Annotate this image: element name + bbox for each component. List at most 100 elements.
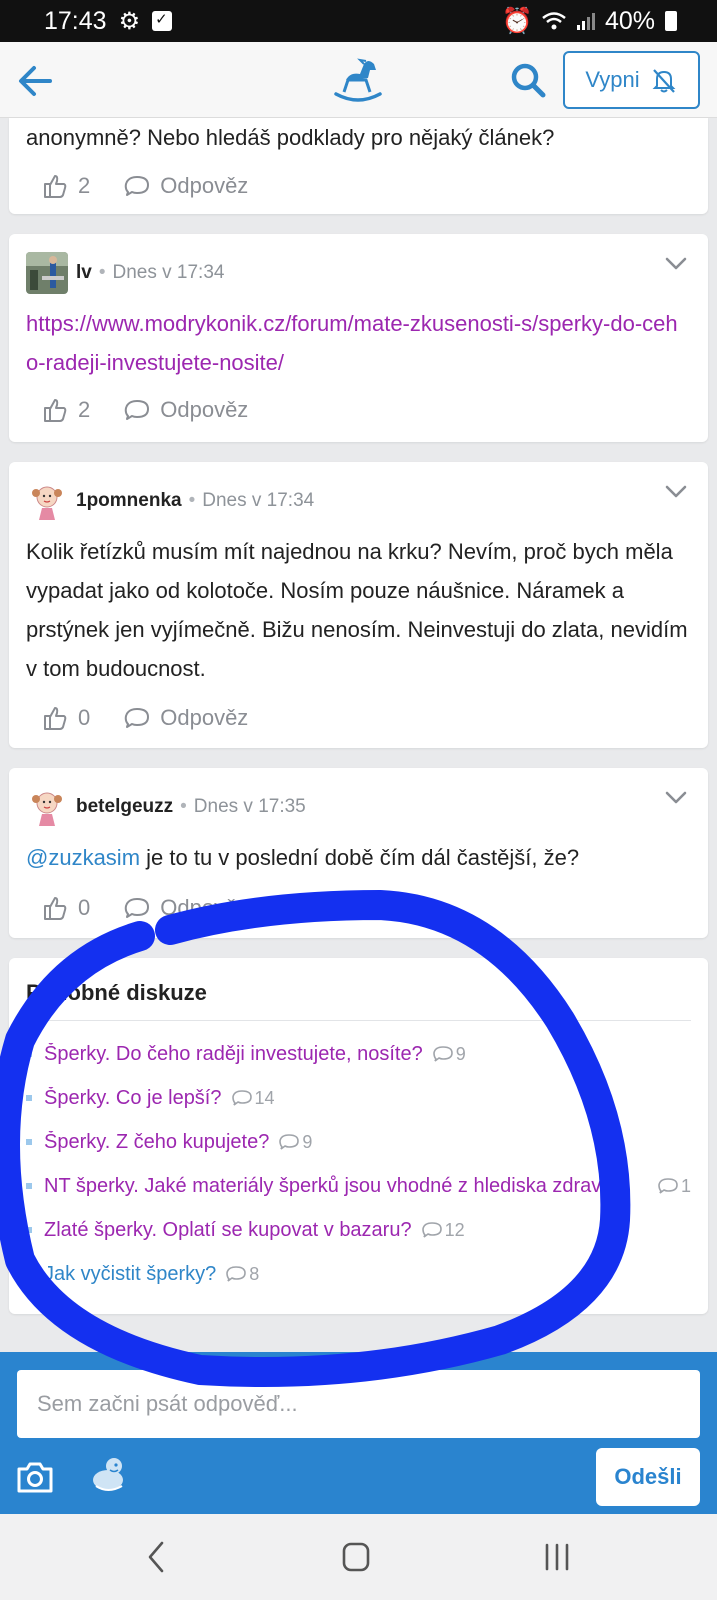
post-header: 1pomnenka • Dnes v 17:34 xyxy=(26,480,688,522)
comment-icon xyxy=(279,1134,300,1150)
comment-icon xyxy=(421,1222,442,1238)
comment-count-value: 9 xyxy=(455,1043,466,1064)
back-arrow-icon[interactable] xyxy=(14,60,56,102)
comment-count-value: 8 xyxy=(249,1263,260,1284)
chevron-down-icon[interactable] xyxy=(664,254,688,274)
post-time: Dnes v 17:34 xyxy=(112,262,225,283)
discussion-link[interactable]: Šperky. Do čeho raději investujete, nosí… xyxy=(44,1043,423,1066)
list-item: Šperky. Z čeho kupujete? 9 xyxy=(26,1120,691,1164)
reply-composer: Odešli xyxy=(0,1352,717,1514)
post-link[interactable]: https://www.modrykonik.cz/forum/mate-zku… xyxy=(26,311,678,375)
like-count: 0 xyxy=(78,895,91,920)
reply-button[interactable]: Odpověz xyxy=(124,705,248,731)
post-actions: 0 Odpověz xyxy=(42,702,248,734)
avatar[interactable] xyxy=(26,480,68,522)
similar-discussions-card: Podobné diskuze Šperky. Do čeho raději i… xyxy=(9,958,708,1314)
like-count: 0 xyxy=(78,705,91,730)
post-header: betelgeuzz • Dnes v 17:35 xyxy=(26,786,688,828)
post-text: Kolik řetízků musím mít najednou na krku… xyxy=(26,539,688,681)
like-count: 2 xyxy=(78,173,91,198)
list-item: Šperky. Do čeho raději investujete, nosí… xyxy=(26,1032,691,1076)
comment-icon xyxy=(432,1046,453,1062)
chevron-down-icon[interactable] xyxy=(664,788,688,808)
discussion-link[interactable]: Šperky. Z čeho kupujete? xyxy=(44,1131,269,1154)
discussion-link[interactable]: NT šperky. Jaké materiály šperků jsou vh… xyxy=(44,1175,618,1198)
chevron-down-icon[interactable] xyxy=(664,482,688,502)
battery-percent: 40% xyxy=(604,6,655,35)
discussion-link[interactable]: Zlaté šperky. Oplatí se kupovat v bazaru… xyxy=(44,1219,412,1242)
post-body: @zuzkasim je to tu v poslední době čím d… xyxy=(26,838,688,877)
list-item: Zlaté šperky. Oplatí se kupovat v bazaru… xyxy=(26,1208,691,1252)
post-card: lv • Dnes v 17:34 https://www.modrykonik… xyxy=(9,234,708,442)
reply-label: Odpověz xyxy=(160,173,249,198)
list-item: Šperky. Co je lepší? 14 xyxy=(26,1076,691,1120)
task-check-icon xyxy=(152,10,173,31)
post-time: Dnes v 17:34 xyxy=(202,490,315,511)
comment-count: 9 xyxy=(432,1043,466,1065)
send-button[interactable]: Odešli xyxy=(596,1448,700,1506)
comment-count: 14 xyxy=(231,1087,275,1109)
app-header: Vypni xyxy=(0,42,717,118)
reply-label: Odpověz xyxy=(160,895,249,920)
post-header: lv • Dnes v 17:34 xyxy=(26,252,688,294)
system-nav-bar xyxy=(0,1514,717,1600)
reply-button[interactable]: Odpověz xyxy=(124,895,248,921)
nav-home-icon[interactable] xyxy=(342,1542,370,1572)
like-button[interactable]: 2 xyxy=(42,173,90,199)
username[interactable]: 1pomnenka xyxy=(76,490,182,512)
separator-dot: • xyxy=(98,262,106,283)
thumbs-up-icon xyxy=(44,707,67,730)
nav-back-icon[interactable] xyxy=(145,1540,167,1574)
search-icon[interactable] xyxy=(508,60,548,100)
post-text: anonymně? Nebo hledáš podklady pro nějak… xyxy=(26,125,555,150)
post-card: anonymně? Nebo hledáš podklady pro nějak… xyxy=(9,118,708,214)
mute-notifications-button[interactable]: Vypni xyxy=(563,51,700,109)
comment-count-value: 14 xyxy=(254,1087,275,1108)
comment-count-value: 12 xyxy=(444,1219,465,1240)
speech-bubble-icon xyxy=(125,400,150,420)
post-card: betelgeuzz • Dnes v 17:35 @zuzkasim je t… xyxy=(9,768,708,938)
clock: 17:43 xyxy=(44,6,107,35)
reply-button[interactable]: Odpověz xyxy=(124,397,248,423)
signal-icon xyxy=(576,13,595,30)
comment-icon xyxy=(658,1178,678,1194)
comment-icon xyxy=(231,1090,252,1106)
reply-label: Odpověz xyxy=(160,397,249,422)
nav-recent-apps-icon[interactable] xyxy=(542,1542,572,1572)
separator-dot: • xyxy=(180,796,187,817)
comment-count-value: 1 xyxy=(680,1175,691,1196)
camera-icon[interactable] xyxy=(16,1460,54,1494)
discussion-link[interactable]: Šperky. Co je lepší? xyxy=(44,1087,222,1110)
reply-button[interactable]: Odpověz xyxy=(124,173,248,199)
thumbs-up-icon xyxy=(44,175,67,198)
comment-count: 9 xyxy=(279,1132,312,1153)
post-card: 1pomnenka • Dnes v 17:34 Kolik řetízků m… xyxy=(9,462,708,748)
similar-discussions-list: Šperky. Do čeho raději investujete, nosí… xyxy=(26,1032,691,1296)
post-actions: 0 Odpověz xyxy=(42,892,248,924)
similar-discussions-title: Podobné diskuze xyxy=(26,980,207,1005)
speech-bubble-icon xyxy=(125,898,150,918)
sticker-icon[interactable] xyxy=(88,1454,130,1494)
settings-gear-icon: ⚙ xyxy=(118,7,141,35)
comment-count: 8 xyxy=(226,1264,259,1285)
post-text: je to tu v poslední době čím dál častějš… xyxy=(140,845,580,870)
avatar[interactable] xyxy=(26,252,68,294)
like-button[interactable]: 0 xyxy=(42,895,90,921)
separator-dot: • xyxy=(188,490,196,511)
speech-bubble-icon xyxy=(125,708,150,728)
username[interactable]: lv xyxy=(76,262,92,284)
reply-label: Odpověz xyxy=(160,705,249,730)
thumbs-up-icon xyxy=(44,897,67,920)
user-mention-link[interactable]: @zuzkasim xyxy=(26,845,140,870)
post-actions: 2 Odpověz xyxy=(42,394,248,426)
rocking-horse-logo-icon[interactable] xyxy=(330,54,386,106)
like-button[interactable]: 0 xyxy=(42,705,90,731)
list-item: NT šperky. Jaké materiály šperků jsou vh… xyxy=(26,1164,691,1208)
reply-input[interactable] xyxy=(17,1370,700,1438)
wifi-icon xyxy=(542,12,566,30)
discussion-link[interactable]: Jak vyčistit šperky? xyxy=(44,1263,216,1286)
comment-icon xyxy=(226,1266,247,1282)
avatar[interactable] xyxy=(26,786,68,828)
like-button[interactable]: 2 xyxy=(42,397,90,423)
username[interactable]: betelgeuzz xyxy=(76,796,173,818)
